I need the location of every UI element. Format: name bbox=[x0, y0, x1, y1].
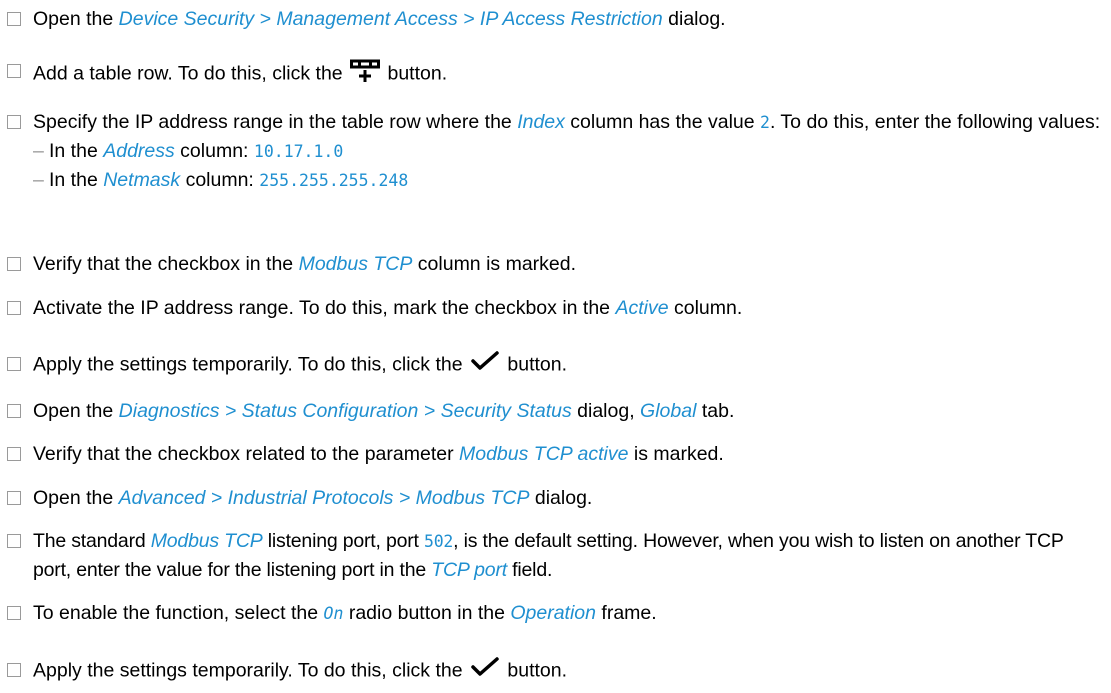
tcp-port-field-link: TCP port bbox=[431, 559, 507, 581]
step-text: Apply the settings temporarily. To do th… bbox=[33, 659, 468, 682]
dialog-path-link: Advanced > Industrial Protocols > Modbus… bbox=[118, 487, 530, 509]
step-text: tab. bbox=[696, 400, 735, 422]
modbus-tcp-link: Modbus TCP bbox=[150, 530, 263, 552]
step-text: column has the value bbox=[564, 111, 761, 133]
step-6: Apply the settings temporarily. To do th… bbox=[7, 350, 1103, 381]
step-text: Open the bbox=[33, 487, 119, 509]
step-text: The standard bbox=[33, 530, 151, 552]
sub-item-address: – In the Address column: 10.17.1.0 bbox=[33, 137, 1103, 166]
address-value: 10.17.1.0 bbox=[253, 142, 344, 161]
step-text: column. bbox=[668, 297, 743, 319]
step-checkbox[interactable] bbox=[7, 12, 21, 26]
modbus-tcp-active-link: Modbus TCP active bbox=[459, 443, 629, 465]
checkmark-icon bbox=[468, 656, 502, 687]
step-3: Specify the IP address range in the tabl… bbox=[7, 108, 1103, 195]
step-text: frame. bbox=[596, 602, 657, 624]
step-text: listening port, port bbox=[262, 530, 424, 552]
dash-bullet: – bbox=[33, 140, 44, 162]
dialog-path-link: Diagnostics > Status Configuration > Sec… bbox=[118, 400, 572, 422]
step-text: Open the bbox=[33, 8, 119, 30]
step-text: dialog. bbox=[529, 487, 593, 509]
step-text: dialog, bbox=[571, 400, 641, 422]
step-text: Open the bbox=[33, 400, 119, 422]
sub-text: In the bbox=[49, 169, 104, 191]
step-checkbox[interactable] bbox=[7, 663, 21, 677]
step-7: Open the Diagnostics > Status Configurat… bbox=[7, 397, 1103, 426]
step-text: button. bbox=[501, 659, 568, 682]
active-column-link: Active bbox=[615, 297, 669, 319]
step-text: To enable the function, select the bbox=[33, 602, 324, 624]
step-checkbox[interactable] bbox=[7, 64, 21, 78]
step-checkbox[interactable] bbox=[7, 257, 21, 271]
port-value: 502 bbox=[423, 532, 454, 551]
step-checkbox[interactable] bbox=[7, 301, 21, 315]
step-8: Verify that the checkbox related to the … bbox=[7, 440, 1103, 469]
modbus-tcp-column-link: Modbus TCP bbox=[298, 253, 413, 275]
index-column-link: Index bbox=[517, 111, 565, 133]
step-12: Apply the settings temporarily. To do th… bbox=[7, 656, 1103, 687]
step-text: Specify the IP address range in the tabl… bbox=[33, 111, 518, 133]
netmask-column-link: Netmask bbox=[103, 169, 181, 191]
dialog-path-link: Device Security > Management Access > IP… bbox=[118, 8, 663, 30]
step-checkbox[interactable] bbox=[7, 606, 21, 620]
sub-text: In the bbox=[49, 140, 104, 162]
step-text: column is marked. bbox=[412, 253, 577, 275]
step-checkbox[interactable] bbox=[7, 115, 21, 129]
operation-frame-link: Operation bbox=[510, 602, 596, 624]
sub-text: column: bbox=[174, 140, 254, 162]
global-tab-link: Global bbox=[640, 400, 697, 422]
netmask-value: 255.255.255.248 bbox=[259, 171, 409, 190]
step-text: field. bbox=[506, 559, 553, 581]
step-checkbox[interactable] bbox=[7, 404, 21, 418]
add-table-row-icon bbox=[348, 57, 382, 92]
step-checkbox[interactable] bbox=[7, 491, 21, 505]
step-1: Open the Device Security > Management Ac… bbox=[7, 5, 1103, 34]
step-text: dialog. bbox=[662, 8, 726, 30]
on-radio-value: On bbox=[323, 604, 344, 623]
step-text: Apply the settings temporarily. To do th… bbox=[33, 353, 468, 376]
step-2: Add a table row. To do this, click the b… bbox=[7, 57, 1103, 92]
step-11: To enable the function, select the On ra… bbox=[7, 599, 1103, 628]
sub-item-netmask: – In the Netmask column: 255.255.255.248 bbox=[33, 166, 1103, 195]
step-checkbox[interactable] bbox=[7, 534, 21, 548]
step-text: radio button in the bbox=[343, 602, 511, 624]
address-column-link: Address bbox=[103, 140, 175, 162]
step-text: Verify that the checkbox in the bbox=[33, 253, 299, 275]
dash-bullet: – bbox=[33, 169, 44, 191]
step-text: button. bbox=[382, 62, 448, 85]
step-text: Activate the IP address range. To do thi… bbox=[33, 297, 616, 319]
step-text: is marked. bbox=[628, 443, 724, 465]
step-10: The standard Modbus TCP listening port, … bbox=[7, 527, 1103, 585]
step-text: Add a table row. To do this, click the bbox=[33, 62, 349, 85]
checkmark-icon bbox=[468, 350, 502, 381]
step-text: button. bbox=[501, 353, 568, 376]
step-checkbox[interactable] bbox=[7, 447, 21, 461]
step-text: Verify that the checkbox related to the … bbox=[33, 443, 459, 465]
sub-text: column: bbox=[180, 169, 260, 191]
step-5: Activate the IP address range. To do thi… bbox=[7, 294, 1103, 323]
index-value: 2 bbox=[760, 113, 770, 132]
step-4: Verify that the checkbox in the Modbus T… bbox=[7, 250, 1103, 279]
step-checkbox[interactable] bbox=[7, 357, 21, 371]
step-9: Open the Advanced > Industrial Protocols… bbox=[7, 484, 1103, 513]
step-text: . To do this, enter the following values… bbox=[769, 111, 1101, 133]
